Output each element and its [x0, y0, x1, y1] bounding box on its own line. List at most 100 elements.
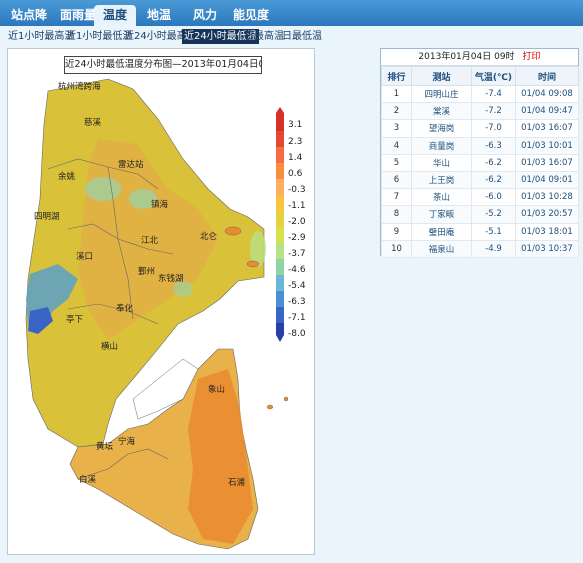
legend-tick: 0.6: [288, 169, 303, 179]
place-label: 雷达站: [118, 159, 144, 170]
rank-cell: 2: [381, 102, 412, 121]
rank-cell: 4: [381, 136, 412, 155]
print-link[interactable]: 打印: [523, 52, 541, 62]
col-header-station[interactable]: 测站: [411, 66, 472, 86]
tab-ground-temp[interactable]: 地温: [142, 5, 176, 26]
place-label: 奉化: [116, 303, 134, 314]
place-label: 慈溪: [84, 117, 102, 128]
time-cell: 01/03 10:37: [515, 239, 579, 258]
ranking-panel-title: 2013年01月04日 09时: [418, 52, 515, 62]
ranking-table: 排行 测站 气温(℃) 时间 1 四明山庄 -7.4 01/04 09:08 2 棠溪 -…: [381, 66, 579, 258]
place-label: 黄坛: [96, 441, 114, 452]
table-row: 8 丁家畈 -5.2 01/03 20:57: [381, 205, 579, 224]
legend-tick: 3.1: [288, 120, 302, 130]
temp-cell: -7.2: [471, 102, 516, 121]
station-cell[interactable]: 商量岗: [411, 136, 472, 155]
station-cell[interactable]: 华山: [411, 153, 472, 172]
temp-cell: -7.4: [471, 84, 516, 104]
map-green-patch: [85, 177, 121, 201]
time-cell: 01/03 10:28: [515, 188, 579, 207]
col-header-time[interactable]: 时间: [515, 66, 579, 86]
legend-tick: -6.3: [288, 297, 306, 307]
legend-tick: -0.3: [288, 185, 306, 195]
legend-swatch: [276, 259, 284, 275]
legend-swatch: [276, 307, 284, 323]
legend-tick: -3.7: [288, 249, 306, 259]
place-label: 宁海: [118, 436, 136, 447]
place-label: 象山: [208, 384, 225, 395]
legend-swatch: [276, 211, 284, 227]
legend-tick: 1.4: [288, 153, 303, 163]
station-cell[interactable]: 望海岗: [411, 119, 472, 138]
rank-cell: 6: [381, 170, 412, 190]
ranking-panel: 2013年01月04日 09时 打印 排行 测站 气温(℃) 时间 1 四明山庄 -7…: [380, 48, 579, 258]
legend-swatch: [276, 163, 284, 179]
legend-tick: -5.4: [288, 281, 306, 291]
station-cell[interactable]: 福泉山: [411, 239, 472, 258]
legend-swatch: [276, 131, 284, 147]
legend-tick: -2.9: [288, 233, 306, 243]
tab-wind[interactable]: 风力: [188, 5, 222, 26]
sub-tab-bar: 近1小时最高温 近1小时最低温 近24小时最高温 近24小时最低温 日最高温 日…: [0, 26, 583, 47]
legend-tick: -8.0: [288, 329, 306, 339]
place-label: 溪口: [76, 251, 93, 262]
station-cell[interactable]: 璧田庵: [411, 222, 472, 241]
station-cell[interactable]: 丁家畈: [411, 205, 472, 224]
temp-cell: -6.0: [471, 188, 516, 207]
table-row: 7 茶山 -6.0 01/03 10:28: [381, 188, 579, 207]
time-cell: 01/03 16:07: [515, 153, 579, 172]
place-label: 鄞州: [138, 266, 155, 277]
legend-swatch: [276, 195, 284, 211]
rank-cell: 1: [381, 84, 412, 104]
place-label: 四明湖: [34, 212, 60, 222]
top-tab-bar: 站点降水 面雨量 温度 地温 风力 能见度: [0, 0, 583, 43]
legend-swatch: [276, 113, 284, 131]
map-canvas: 杭州湾跨海 慈溪 余姚 四明湖 溪口 亭下 镇海 北仑 鄞州 江北 东钱湖 奉化…: [25, 78, 306, 550]
place-label: 北仑: [200, 231, 218, 242]
table-row: 2 棠溪 -7.2 01/04 09:47: [381, 102, 579, 121]
time-cell: 01/03 16:07: [515, 119, 579, 138]
map-island: [246, 260, 260, 268]
station-cell[interactable]: 四明山庄: [411, 84, 472, 104]
subtab-day-max[interactable]: 日最高温: [244, 29, 284, 44]
station-cell[interactable]: 茶山: [411, 188, 472, 207]
table-row: 10 福泉山 -4.9 01/03 10:37: [381, 239, 579, 258]
legend-tick: -1.1: [288, 201, 306, 211]
temp-cell: -6.2: [471, 153, 516, 172]
place-label: 东钱湖: [158, 273, 184, 284]
station-cell[interactable]: 上王岗: [411, 170, 472, 190]
station-cell[interactable]: 棠溪: [411, 102, 472, 121]
legend-swatch: [276, 275, 284, 291]
legend-tick: -7.1: [288, 313, 306, 323]
map-island: [266, 404, 274, 410]
time-cell: 01/04 09:08: [515, 84, 579, 104]
place-label: 横山: [101, 341, 118, 352]
rank-cell: 3: [381, 119, 412, 138]
tab-temperature[interactable]: 温度: [94, 5, 136, 26]
rank-cell: 8: [381, 205, 412, 224]
subtab-day-min[interactable]: 日最低温: [282, 29, 322, 44]
tab-visibility[interactable]: 能见度: [228, 5, 274, 26]
tab-station-rain[interactable]: 站点降水: [6, 5, 52, 43]
col-header-rank[interactable]: 排行: [381, 66, 412, 86]
subtab-1h-min[interactable]: 近1小时最低温: [66, 29, 132, 44]
table-row: 9 璧田庵 -5.1 01/03 18:01: [381, 222, 579, 241]
legend-tick: 2.3: [288, 137, 302, 147]
place-label: 亭下: [66, 314, 84, 325]
legend-swatch: [276, 291, 284, 307]
time-cell: 01/04 09:01: [515, 170, 579, 190]
legend-swatch: [276, 179, 284, 195]
rank-cell: 9: [381, 222, 412, 241]
time-cell: 01/03 10:01: [515, 136, 579, 155]
col-header-temp[interactable]: 气温(℃): [471, 66, 516, 86]
table-row: 4 商量岗 -6.3 01/03 10:01: [381, 136, 579, 155]
legend-swatch: [276, 243, 284, 259]
table-row: 5 华山 -6.2 01/03 16:07: [381, 153, 579, 172]
temp-cell: -6.2: [471, 170, 516, 190]
legend-arrow-bottom: [276, 335, 284, 342]
place-label: 镇海: [151, 199, 169, 210]
subtab-1h-max[interactable]: 近1小时最高温: [8, 29, 74, 44]
table-header-row: 排行 测站 气温(℃) 时间: [381, 66, 579, 86]
legend-tick: -4.6: [288, 265, 306, 275]
place-label: 白溪: [79, 474, 97, 485]
